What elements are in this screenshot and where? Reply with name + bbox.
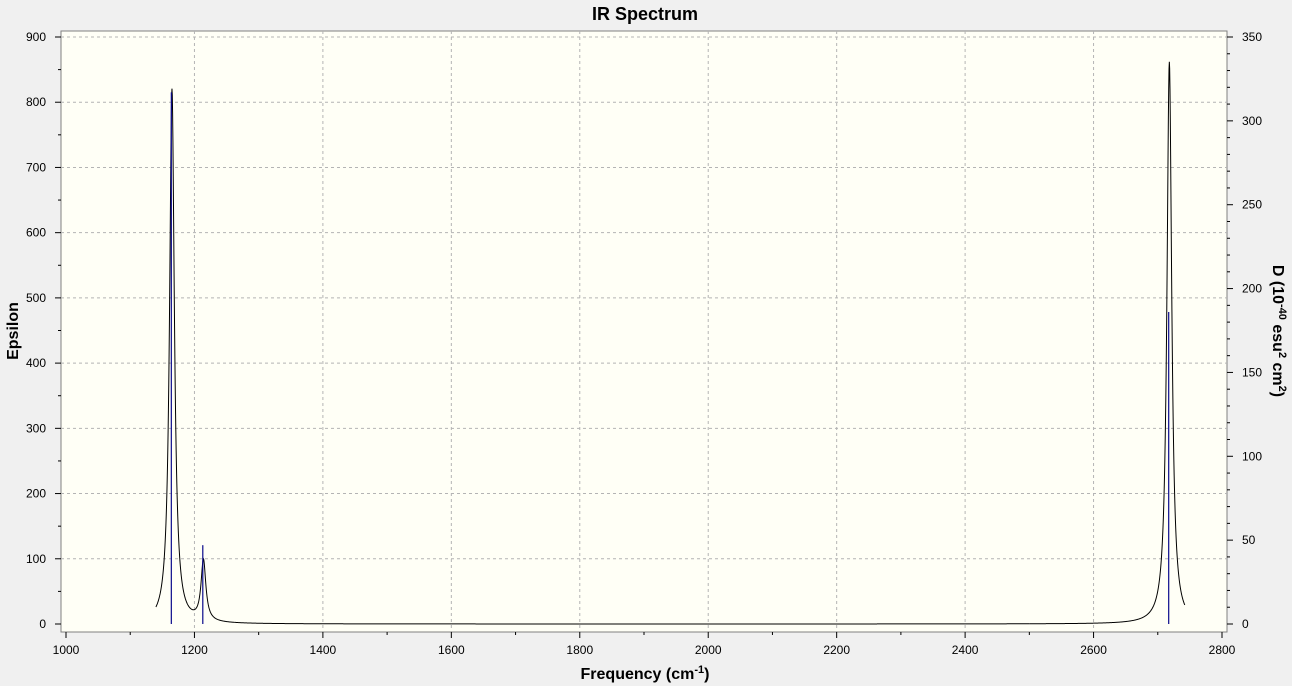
y2-tick-label: 100: [1242, 449, 1262, 463]
y-tick-label: 200: [26, 487, 46, 501]
y2-tick-label: 250: [1242, 198, 1262, 212]
y-tick-label: 100: [26, 552, 46, 566]
x-tick-label: 1800: [566, 643, 593, 657]
y2-tick-label: 200: [1242, 282, 1262, 296]
y2-tick-label: 300: [1242, 114, 1262, 128]
y-tick-label: 300: [26, 421, 46, 435]
x-tick-label: 1400: [310, 643, 337, 657]
y2-tick-label: 150: [1242, 365, 1262, 379]
y-tick-label: 400: [26, 356, 46, 370]
y-tick-label: 700: [26, 160, 46, 174]
x-tick-label: 1600: [438, 643, 465, 657]
y-tick-label: 500: [26, 291, 46, 305]
x-tick-label: 1200: [181, 643, 208, 657]
x-tick-label: 2800: [1209, 643, 1236, 657]
y-axis-title: Epsilon: [5, 302, 22, 360]
x-axis-title: Frequency (cm-1): [581, 664, 710, 683]
ir-spectrum-chart: IR Spectrum 1000 1200 1400 1600 1800 2000 2200…: [5, 4, 1288, 683]
y-axis-right: 0 50 100 150 200 250 300 350: [1227, 30, 1262, 631]
y-tick-label: 600: [26, 226, 46, 240]
plot-area: [60, 30, 1228, 633]
x-tick-label: 2600: [1080, 643, 1107, 657]
x-tick-label: 2000: [695, 643, 722, 657]
x-tick-label: 1000: [53, 643, 80, 657]
y2-tick-label: 350: [1242, 30, 1262, 44]
y-tick-label: 800: [26, 95, 46, 109]
y2-tick-label: 0: [1242, 617, 1249, 631]
y-tick-label: 900: [26, 30, 46, 44]
chart-title: IR Spectrum: [592, 4, 698, 24]
y2-tick-label: 50: [1242, 533, 1256, 547]
x-axis: 1000 1200 1400 1600 1800 2000 2200 2400 2600 2800: [53, 632, 1236, 657]
y2-axis-title: D (10-40 esu2 cm2): [1269, 265, 1288, 397]
x-tick-label: 2200: [823, 643, 850, 657]
x-tick-label: 2400: [952, 643, 979, 657]
y-tick-label: 0: [39, 617, 46, 631]
y-axis-left: 0 100 200 300 400 500 600 700 800 900: [26, 30, 61, 631]
